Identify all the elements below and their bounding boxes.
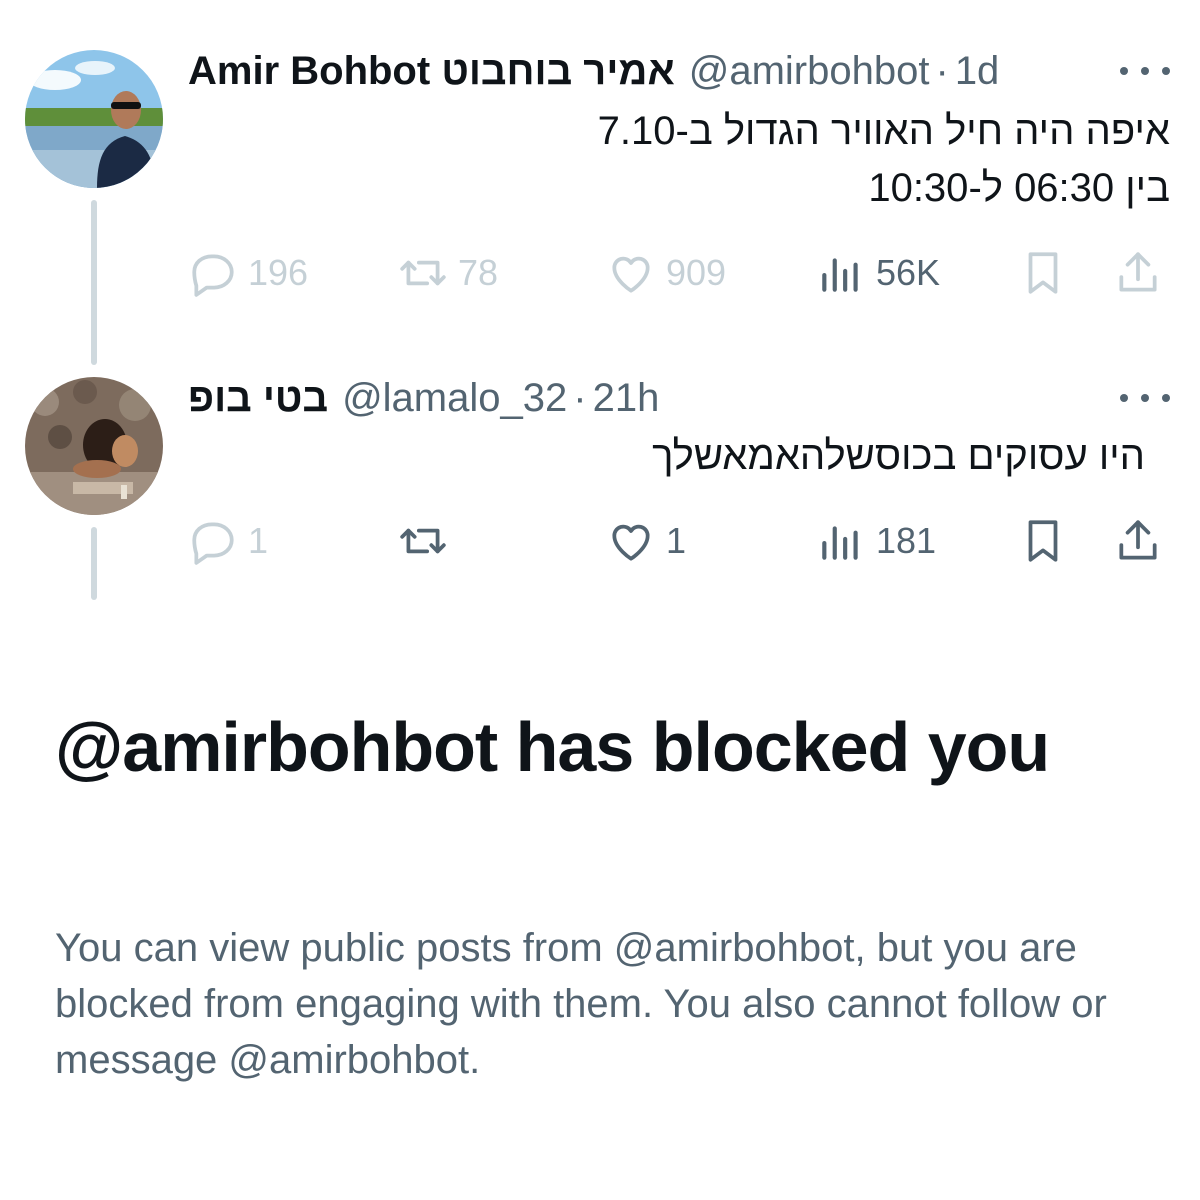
tweet-1-text-line-1: איפה היה חיל האוויר הגדול ב-7.10 xyxy=(597,109,1170,153)
blocked-description: You can view public posts from @amirbohb… xyxy=(55,926,1107,1082)
repost-icon xyxy=(400,528,446,554)
tweet-2-timestamp[interactable]: 21h xyxy=(593,376,660,421)
tweet-1-repost-button[interactable]: 78 xyxy=(398,243,498,303)
tweet-2-separator: · xyxy=(573,375,587,420)
avatar-betty[interactable] xyxy=(25,377,163,515)
tweet-1-author-name[interactable]: Amir Bohbot אמיר בוחבוט xyxy=(188,49,675,94)
reply-icon xyxy=(192,254,234,297)
like-icon xyxy=(612,524,650,561)
tweet-1-text-line-2: בין 06:30 ל-10:30 xyxy=(868,166,1170,210)
like-icon xyxy=(612,256,650,293)
bookmark-icon xyxy=(1028,252,1058,294)
thread-line-bottom xyxy=(91,527,97,600)
views-icon xyxy=(822,526,858,560)
reply-icon xyxy=(192,522,234,565)
tweet-1-views-button[interactable]: 56K xyxy=(816,243,940,303)
tweet-2-views-button[interactable]: 181 xyxy=(816,511,936,571)
tweet-2-like-count: 1 xyxy=(666,520,687,561)
tweet-1-author-handle[interactable]: @amirbohbot xyxy=(689,49,930,94)
tweet-2-views-count: 181 xyxy=(876,520,937,561)
tweet-2-share-button[interactable] xyxy=(1113,511,1163,571)
tweet-1-timestamp[interactable]: 1d xyxy=(955,49,1000,94)
tweet-1-header: Amir Bohbot אמיר בוחבוט @amirbohbot · 1d xyxy=(188,46,999,96)
bookmark-icon xyxy=(1028,520,1058,562)
tweet-1-like-count: 909 xyxy=(666,252,727,293)
tweet-1-more-icon[interactable] xyxy=(1120,51,1170,91)
tweet-2-header: בטי בופ @lamalo_32 · 21h xyxy=(188,373,659,423)
tweet-1-text: איפה היה חיל האוויר הגדול ב-7.10 בין 06:… xyxy=(598,103,1170,217)
tweet-1-bookmark-button[interactable] xyxy=(1018,243,1068,303)
thread-line-top xyxy=(91,200,97,365)
tweet-2-actions: 1 1 181 xyxy=(188,511,1170,571)
tweet-1-actions: 196 78 909 56K xyxy=(188,243,1170,303)
blocked-title: @amirbohbot has blocked you xyxy=(55,708,1050,786)
avatar-amir-image xyxy=(25,50,163,188)
share-icon xyxy=(1119,520,1157,560)
tweet-2-reply-button[interactable]: 1 xyxy=(188,511,268,571)
tweet-1-views-count: 56K xyxy=(876,252,941,293)
tweet-2-reply-count: 1 xyxy=(248,520,269,561)
tweet-1-like-button[interactable]: 909 xyxy=(606,243,726,303)
tweet-1-share-button[interactable] xyxy=(1113,243,1163,303)
tweet-1-separator: · xyxy=(935,48,949,93)
tweet-2-author-handle[interactable]: @lamalo_32 xyxy=(342,376,567,421)
tweet-2-author-name[interactable]: בטי בופ xyxy=(188,376,328,421)
avatar-amir[interactable] xyxy=(25,50,163,188)
tweet-2-bookmark-button[interactable] xyxy=(1018,511,1068,571)
tweet-1-reply-button[interactable]: 196 xyxy=(188,243,308,303)
tweet-2-text: היו עסוקים בכוסשלהאמאשלך xyxy=(652,434,1145,478)
tweet-2-repost-button[interactable] xyxy=(398,511,458,571)
avatar-betty-image xyxy=(25,377,163,515)
repost-icon xyxy=(400,260,446,286)
views-icon xyxy=(822,258,858,292)
share-icon xyxy=(1119,252,1157,292)
tweet-1-reply-count: 196 xyxy=(248,252,309,293)
tweet-1-repost-count: 78 xyxy=(458,252,499,293)
tweet-2-like-button[interactable]: 1 xyxy=(606,511,686,571)
tweet-2-more-icon[interactable] xyxy=(1120,378,1170,418)
